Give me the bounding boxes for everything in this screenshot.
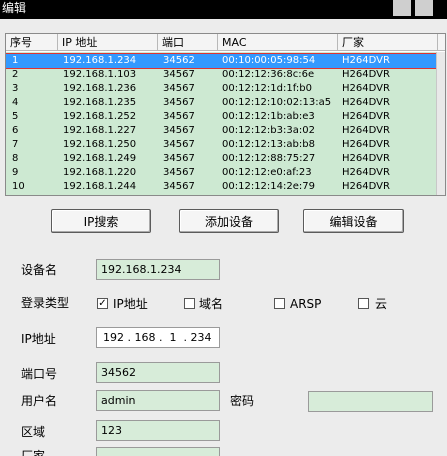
cell-vendor: H264DVR xyxy=(342,153,390,164)
cell-no: 10 xyxy=(12,181,25,192)
table-row[interactable]: 5 192.168.1.252 34567 00:12:12:1b:ab:e3 … xyxy=(6,110,438,124)
cell-mac: 00:12:12:1b:ab:e3 xyxy=(222,111,315,122)
cell-mac: 00:12:12:b3:3a:02 xyxy=(222,125,315,136)
cell-mac: 00:10:00:05:98:54 xyxy=(222,55,316,66)
cell-ip: 192.168.1.252 xyxy=(63,111,137,122)
option-ip-label: IP地址 xyxy=(113,297,148,311)
cell-mac: 00:12:12:36:8c:6e xyxy=(222,69,315,80)
cell-mac: 00:12:12:10:02:13:a5 xyxy=(222,97,332,108)
cell-port: 34567 xyxy=(163,181,195,192)
cell-no: 1 xyxy=(12,55,19,66)
cell-ip: 192.168.1.244 xyxy=(63,181,137,192)
cell-ip: 192.168.1.234 xyxy=(63,55,137,66)
login-type-label: 登录类型 xyxy=(21,296,70,310)
column-header-port[interactable]: 端口 xyxy=(158,34,218,51)
cell-no: 9 xyxy=(12,167,19,178)
table-row[interactable]: 10 192.168.1.244 34567 00:12:12:14:2e:79… xyxy=(6,180,438,194)
cell-ip: 192.168.1.250 xyxy=(63,139,137,150)
username-input[interactable] xyxy=(96,390,220,411)
cell-no: 8 xyxy=(12,153,19,164)
cell-vendor: H264DVR xyxy=(342,83,390,94)
column-header-ip[interactable]: IP 地址 xyxy=(58,34,158,51)
cell-port: 34567 xyxy=(163,83,195,94)
cell-mac: 00:12:12:88:75:27 xyxy=(222,153,316,164)
cell-mac: 00:12:12:13:ab:b8 xyxy=(222,139,315,150)
vendor-select[interactable] xyxy=(96,447,220,456)
device-name-input[interactable] xyxy=(96,259,220,280)
username-label: 用户名 xyxy=(21,394,58,408)
cell-port: 34567 xyxy=(163,125,195,136)
table-row[interactable]: 2 192.168.1.103 34567 00:12:12:36:8c:6e … xyxy=(6,68,438,82)
ip-address-input[interactable]: 192 . 168 . 1 . 234 xyxy=(96,327,220,348)
cell-vendor: H264DVR xyxy=(342,55,390,66)
port-input[interactable] xyxy=(96,362,220,383)
cell-vendor: H264DVR xyxy=(342,139,390,150)
cell-port: 34567 xyxy=(163,167,195,178)
table-row[interactable]: 8 192.168.1.249 34567 00:12:12:88:75:27 … xyxy=(6,152,438,166)
device-name-label: 设备名 xyxy=(21,263,58,277)
close-button[interactable] xyxy=(415,0,433,16)
cell-port: 34567 xyxy=(163,69,195,80)
table-row[interactable]: 9 192.168.1.220 34567 00:12:12:e0:af:23 … xyxy=(6,166,438,180)
cell-no: 4 xyxy=(12,97,19,108)
cell-vendor: H264DVR xyxy=(342,97,390,108)
cell-port: 34567 xyxy=(163,97,195,108)
cell-ip: 192.168.1.249 xyxy=(63,153,137,164)
region-label: 区域 xyxy=(21,425,46,439)
cell-vendor: H264DVR xyxy=(342,111,390,122)
table-row-selected[interactable]: 1 192.168.1.234 34562 00:10:00:05:98:54 … xyxy=(6,53,439,69)
option-arsp-label: ARSP xyxy=(290,297,322,311)
cell-vendor: H264DVR xyxy=(342,181,390,192)
cell-vendor: H264DVR xyxy=(342,167,390,178)
vendor-label: 厂家 xyxy=(21,449,46,456)
minimize-button[interactable] xyxy=(393,0,411,16)
cell-no: 5 xyxy=(12,111,19,122)
column-header-mac[interactable]: MAC xyxy=(218,34,338,51)
table-row[interactable]: 3 192.168.1.236 34567 00:12:12:1d:1f:b0 … xyxy=(6,82,438,96)
cell-ip: 192.168.1.236 xyxy=(63,83,137,94)
table-row[interactable]: 6 192.168.1.227 34567 00:12:12:b3:3a:02 … xyxy=(6,124,438,138)
cell-mac: 00:12:12:14:2e:79 xyxy=(222,181,315,192)
table-header: 序号 IP 地址 端口 MAC 厂家 xyxy=(6,34,445,51)
region-input[interactable] xyxy=(96,420,220,441)
cell-vendor: H264DVR xyxy=(342,69,390,80)
table-row[interactable]: 7 192.168.1.250 34567 00:12:12:13:ab:b8 … xyxy=(6,138,438,152)
port-label: 端口号 xyxy=(21,367,58,381)
cell-port: 34567 xyxy=(163,111,195,122)
option-domain-label: 域名 xyxy=(199,297,224,311)
window-title: 编辑 xyxy=(2,1,27,15)
password-input[interactable] xyxy=(308,391,433,412)
option-cloud-label: 云 xyxy=(375,297,388,311)
checkbox-arsp[interactable] xyxy=(274,298,285,309)
cell-port: 34567 xyxy=(163,153,195,164)
password-label: 密码 xyxy=(230,394,255,408)
cell-port: 34562 xyxy=(163,55,195,66)
cell-ip: 192.168.1.220 xyxy=(63,167,137,178)
cell-ip: 192.168.1.235 xyxy=(63,97,137,108)
table-body: 1 192.168.1.234 34562 00:10:00:05:98:54 … xyxy=(6,52,445,195)
device-list[interactable]: 序号 IP 地址 端口 MAC 厂家 1 192.168.1.234 34562… xyxy=(5,33,446,196)
ip-address-label: IP地址 xyxy=(21,332,56,346)
checkbox-domain[interactable] xyxy=(184,298,195,309)
add-device-button[interactable]: 添加设备 xyxy=(179,209,279,233)
cell-port: 34567 xyxy=(163,139,195,150)
cell-no: 7 xyxy=(12,139,19,150)
table-row[interactable]: 4 192.168.1.235 34567 00:12:12:10:02:13:… xyxy=(6,96,438,110)
cell-no: 6 xyxy=(12,125,19,136)
cell-vendor: H264DVR xyxy=(342,125,390,136)
vertical-scrollbar[interactable] xyxy=(436,52,445,195)
cell-no: 3 xyxy=(12,83,19,94)
ip-search-button[interactable]: IP搜索 xyxy=(51,209,151,233)
checkbox-cloud[interactable] xyxy=(358,298,369,309)
cell-mac: 00:12:12:e0:af:23 xyxy=(222,167,312,178)
cell-ip: 192.168.1.103 xyxy=(63,69,137,80)
column-header-vendor[interactable]: 厂家 xyxy=(338,34,438,51)
checkbox-ip-checked[interactable]: ✓ xyxy=(97,298,108,309)
edit-device-button[interactable]: 编辑设备 xyxy=(303,209,404,233)
cell-mac: 00:12:12:1d:1f:b0 xyxy=(222,83,312,94)
cell-ip: 192.168.1.227 xyxy=(63,125,137,136)
title-bar: 编辑 xyxy=(0,0,447,19)
column-header-no[interactable]: 序号 xyxy=(6,34,58,51)
cell-no: 2 xyxy=(12,69,19,80)
